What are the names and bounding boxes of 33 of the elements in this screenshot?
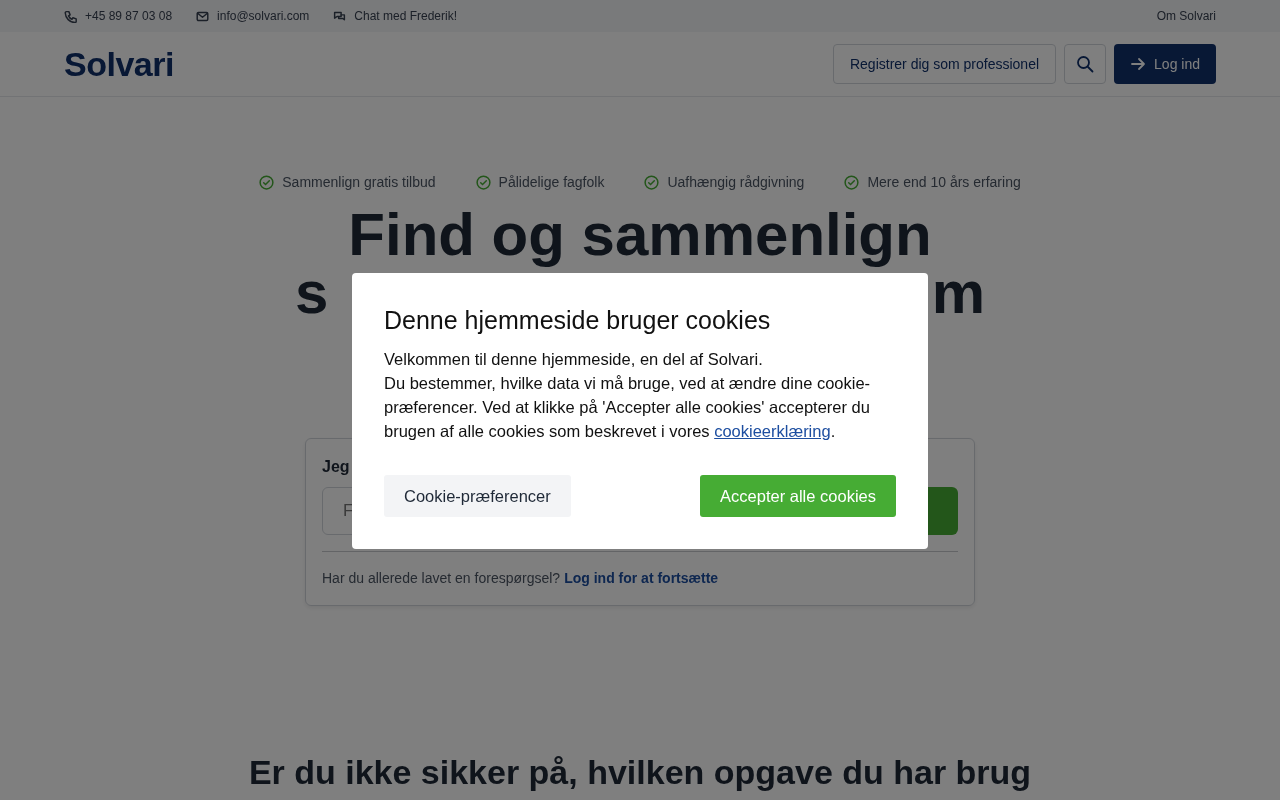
login-link[interactable]: Log ind for at fortsætte [564,568,719,589]
search-button[interactable] [1064,44,1107,84]
contact-link[interactable]: +45 89 87 03 08 [85,7,173,25]
benefit-text: Uafhængig rådgivning [667,173,805,192]
dialog-intro: Velkommen til denne hjemmeside, en del af Solvari. [384,349,764,370]
contact-link[interactable]: Chat med Frederik! [354,7,457,25]
footer-text: Har du allerede lavet en forespørgsel? [322,569,561,588]
check-circle-icon [259,175,275,190]
hero-title-fragment: s [295,264,329,322]
arrow-right-icon [1130,56,1147,72]
mail-icon [196,9,210,23]
dialog-text: Du bestemmer, hvilke data vi må bruge, ved at ændre dine cookie-præferencer. Ved at klikke på 'Accepter alle cookies' accepterer du brugen af alle cookies som beskrevet i vores cookieerklæring. [384,373,872,442]
contact-link[interactable]: info@solvari.com [217,7,310,25]
hero-title-fragment: m [931,264,985,322]
dialog-title: Denne hjemmeside bruger cookies [384,305,772,335]
register-button[interactable]: Registrer dig som professionel [832,44,1057,84]
preferences-button[interactable]: Cookie-præferencer [384,475,571,517]
phone-icon [64,9,77,23]
login-button[interactable]: Log ind [1114,44,1216,84]
section-heading: Er du ikke sikker på, hvilken opgave du har brug [248,752,1032,793]
search-icon [1076,55,1095,73]
benefit-text: Mere end 10 års erfaring [867,173,1021,192]
benefit-text: Pålidelige fagfolk [498,173,605,192]
check-circle-icon [475,175,491,190]
accept-button[interactable]: Accepter alle cookies [700,475,896,517]
about-link[interactable]: Om Solvari [1156,7,1216,25]
chat-icon [333,9,347,23]
benefit-text: Sammenlign gratis tilbud [282,173,436,192]
field-label: Jeg [322,457,351,477]
check-circle-icon [844,175,860,190]
cookie-policy-link[interactable]: cookieerklæring [714,422,831,440]
check-circle-icon [644,175,660,190]
logo[interactable]: Solvari [64,38,174,90]
